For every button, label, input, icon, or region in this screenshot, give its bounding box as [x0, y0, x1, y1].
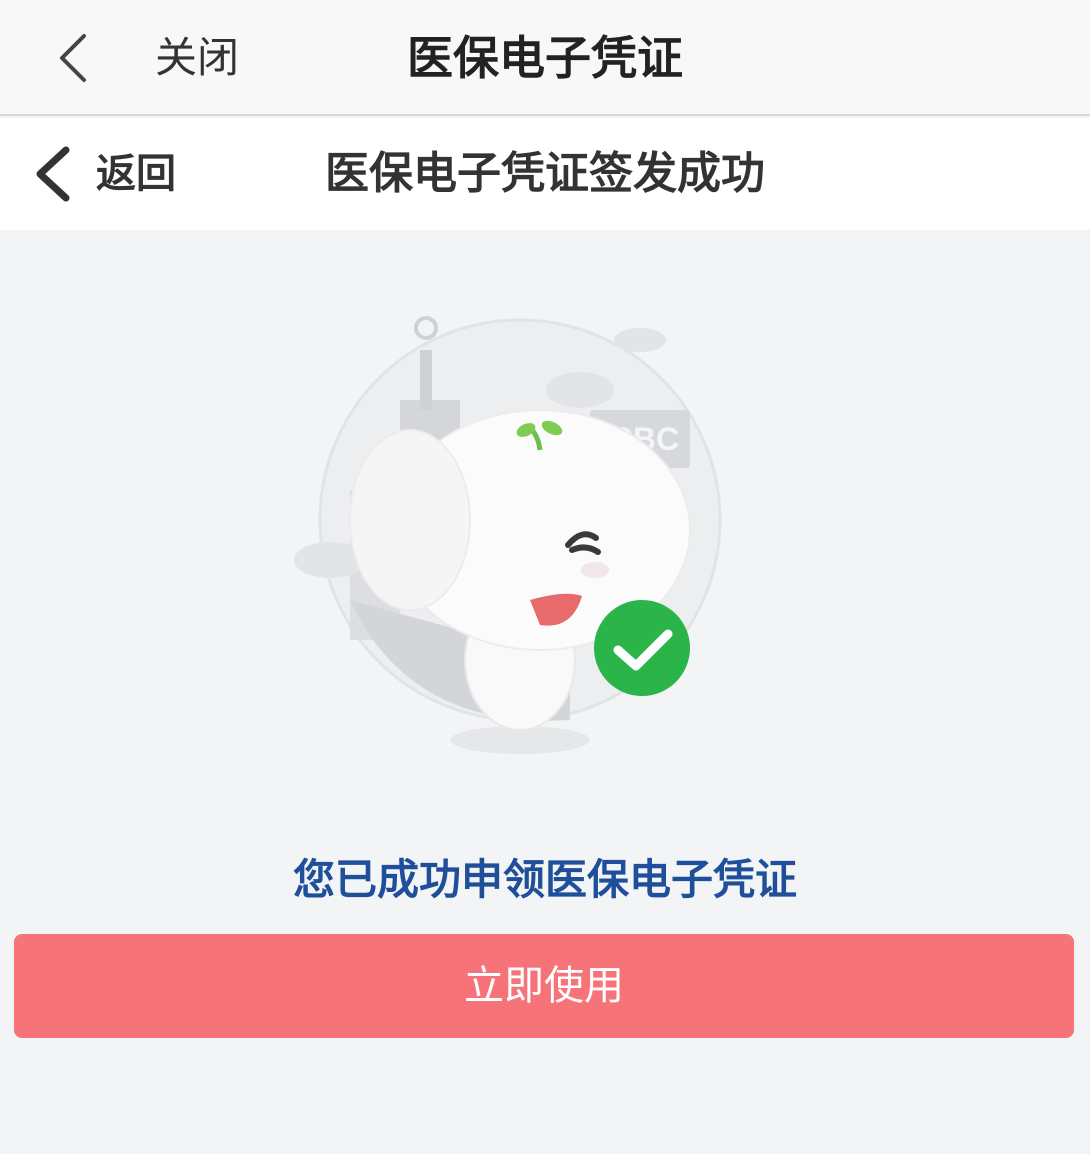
check-circle-icon: [594, 600, 690, 696]
success-message: 您已成功申领医保电子凭证: [292, 855, 797, 904]
section-title: 医保电子凭证签发成功: [325, 148, 765, 199]
page-title: 医保电子凭证: [407, 31, 683, 85]
sub-navigation-bar: 返回 医保电子凭证签发成功: [0, 118, 1090, 230]
mascot-success-illustration: ICBC: [294, 316, 722, 754]
top-navigation-bar: 关闭 医保电子凭证: [0, 0, 1090, 116]
use-now-button[interactable]: 立即使用: [14, 934, 1074, 1038]
